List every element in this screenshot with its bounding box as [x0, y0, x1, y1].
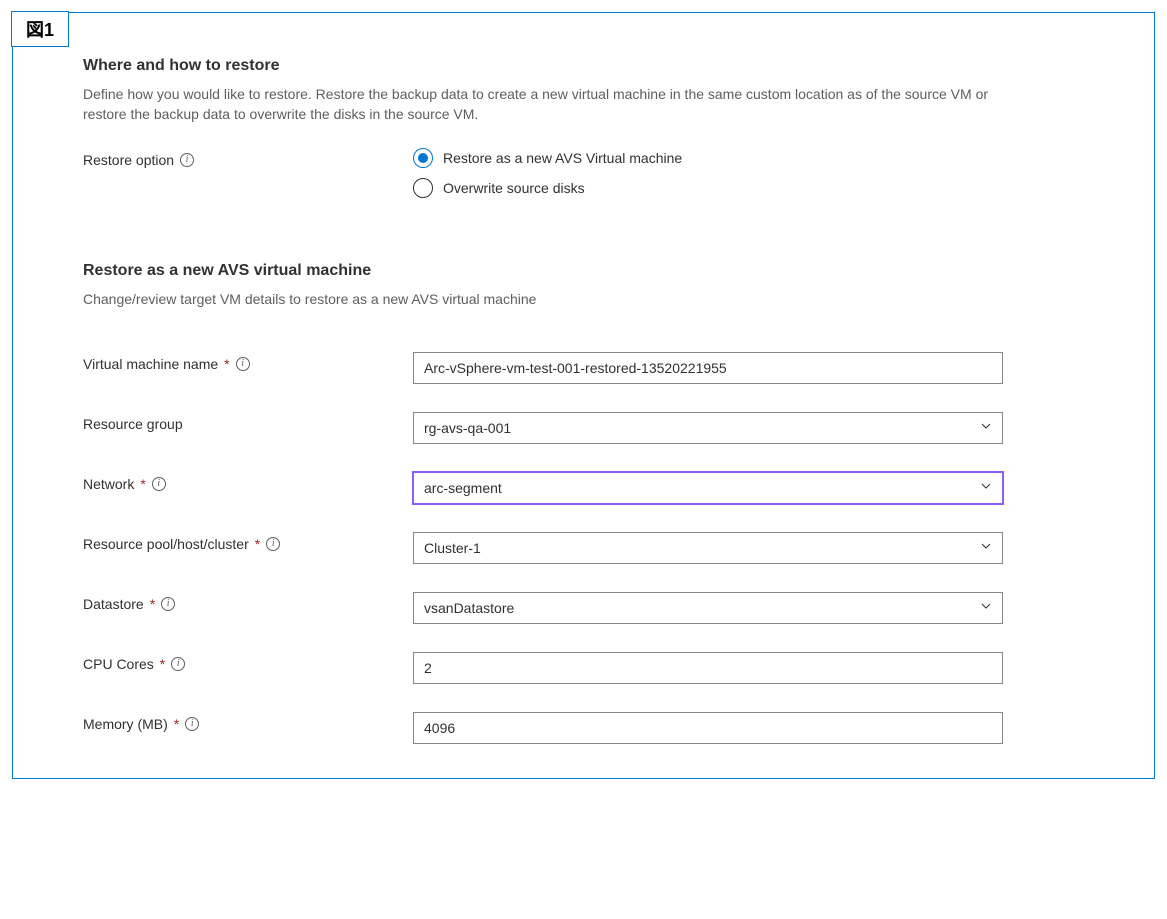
radio-overwrite-disks[interactable]: Overwrite source disks [413, 178, 1003, 198]
row-network: Network * i arc-segment [83, 472, 1084, 504]
datastore-value: vsanDatastore [424, 600, 514, 616]
required-asterisk: * [224, 356, 229, 372]
radio-group-restore: Restore as a new AVS Virtual machine Ove… [413, 148, 1003, 198]
label-vm-name: Virtual machine name * i [83, 352, 413, 372]
row-resource-group: Resource group rg-avs-qa-001 [83, 412, 1084, 444]
chevron-down-icon [980, 540, 992, 555]
chevron-down-icon [980, 480, 992, 495]
resource-group-dropdown[interactable]: rg-avs-qa-001 [413, 412, 1003, 444]
label-network: Network * i [83, 472, 413, 492]
network-dropdown[interactable]: arc-segment [413, 472, 1003, 504]
rg-value: rg-avs-qa-001 [424, 420, 511, 436]
chevron-down-icon [980, 600, 992, 615]
label-resource-group: Resource group [83, 412, 413, 432]
datastore-dropdown[interactable]: vsanDatastore [413, 592, 1003, 624]
chevron-down-icon [980, 420, 992, 435]
radio-overwrite-label: Overwrite source disks [443, 180, 585, 196]
network-text: Network [83, 476, 134, 492]
info-icon[interactable]: i [185, 717, 199, 731]
row-datastore: Datastore * i vsanDatastore [83, 592, 1084, 624]
memory-input[interactable] [413, 712, 1003, 744]
label-resource-pool: Resource pool/host/cluster * i [83, 532, 413, 552]
info-icon[interactable]: i [161, 597, 175, 611]
rg-text: Resource group [83, 416, 183, 432]
label-datastore: Datastore * i [83, 592, 413, 612]
radio-circle-icon [413, 178, 433, 198]
info-icon[interactable]: i [171, 657, 185, 671]
figure-wrapper: 図1 Where and how to restore Define how y… [12, 12, 1155, 779]
info-icon[interactable]: i [180, 153, 194, 167]
label-cpu-cores: CPU Cores * i [83, 652, 413, 672]
figure-tag: 図1 [11, 11, 69, 47]
row-restore-option: Restore option i Restore as a new AVS Vi… [83, 148, 1084, 198]
section-heading-where: Where and how to restore [83, 57, 1084, 75]
cpu-text: CPU Cores [83, 656, 154, 672]
row-vm-name: Virtual machine name * i [83, 352, 1084, 384]
vm-name-input[interactable] [413, 352, 1003, 384]
radio-new-vm[interactable]: Restore as a new AVS Virtual machine [413, 148, 1003, 168]
row-memory: Memory (MB) * i [83, 712, 1084, 744]
radio-new-label: Restore as a new AVS Virtual machine [443, 150, 682, 166]
required-asterisk: * [174, 716, 179, 732]
info-icon[interactable]: i [266, 537, 280, 551]
required-asterisk: * [255, 536, 260, 552]
restore-option-text: Restore option [83, 152, 174, 168]
resource-pool-dropdown[interactable]: Cluster-1 [413, 532, 1003, 564]
info-icon[interactable]: i [152, 477, 166, 491]
required-asterisk: * [150, 596, 155, 612]
memory-text: Memory (MB) [83, 716, 168, 732]
required-asterisk: * [140, 476, 145, 492]
radio-circle-icon [413, 148, 433, 168]
section-desc-new-vm: Change/review target VM details to resto… [83, 290, 1033, 310]
datastore-text: Datastore [83, 596, 144, 612]
network-value: arc-segment [424, 480, 502, 496]
section-desc-where: Define how you would like to restore. Re… [83, 85, 1033, 124]
info-icon[interactable]: i [236, 357, 250, 371]
restore-option-control: Restore as a new AVS Virtual machine Ove… [413, 148, 1003, 198]
vm-name-text: Virtual machine name [83, 356, 218, 372]
pool-value: Cluster-1 [424, 540, 481, 556]
cpu-cores-input[interactable] [413, 652, 1003, 684]
required-asterisk: * [160, 656, 165, 672]
label-memory: Memory (MB) * i [83, 712, 413, 732]
pool-text: Resource pool/host/cluster [83, 536, 249, 552]
row-cpu-cores: CPU Cores * i [83, 652, 1084, 684]
label-restore-option: Restore option i [83, 148, 413, 168]
restore-panel: Where and how to restore Define how you … [12, 12, 1155, 779]
section-heading-new-vm: Restore as a new AVS virtual machine [83, 262, 1084, 280]
row-resource-pool: Resource pool/host/cluster * i Cluster-1 [83, 532, 1084, 564]
